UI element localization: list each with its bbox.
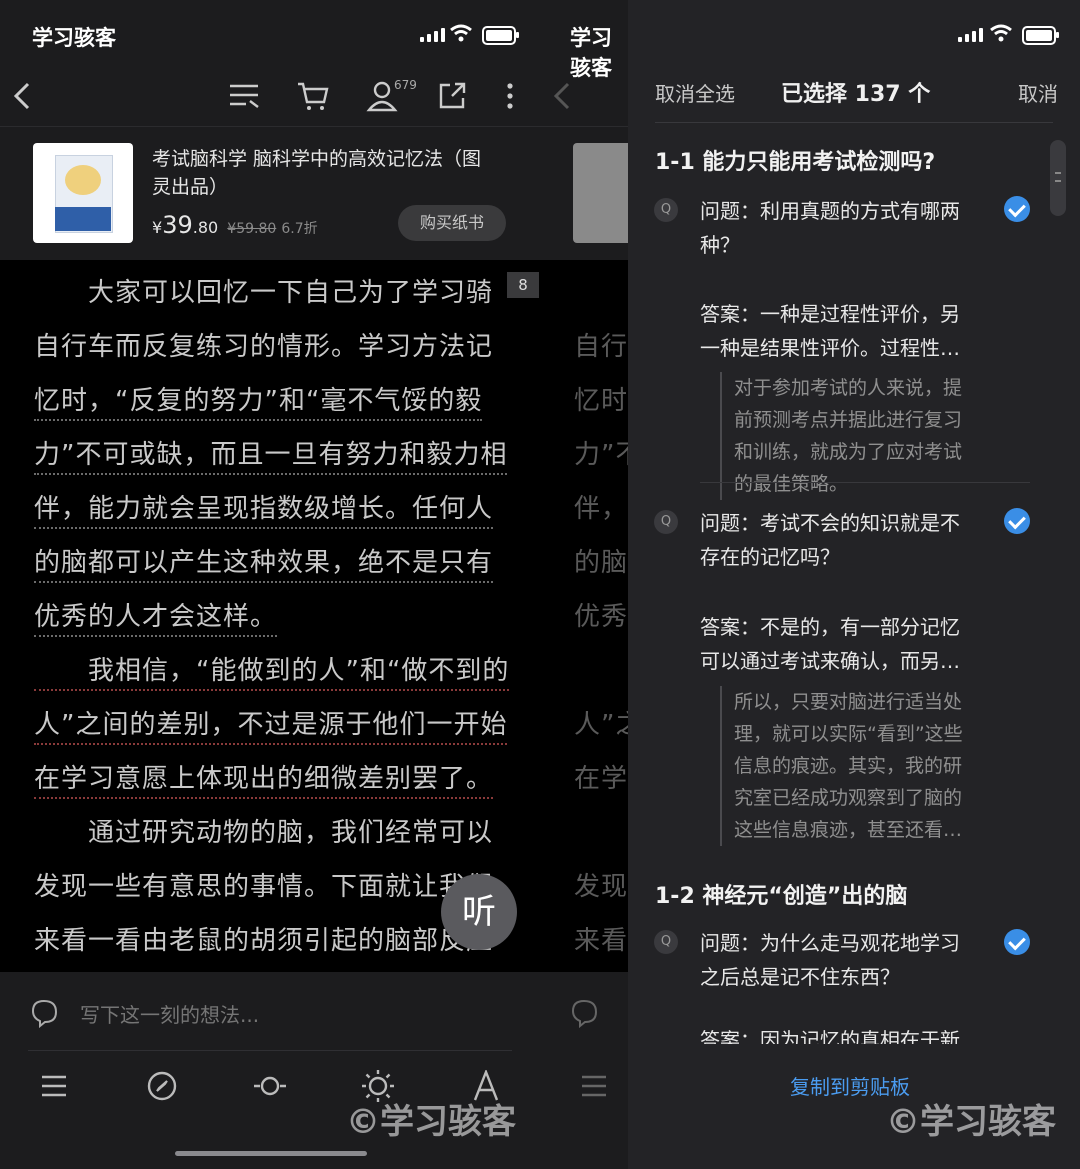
- compass-icon[interactable]: [146, 1070, 178, 1102]
- question-text[interactable]: 问题：为什么走马观花地学习 之后总是记不住东西？: [700, 926, 990, 994]
- text-line: 的脑都可以产生这种效果，绝不是只有: [34, 542, 494, 583]
- text-line: 我相信，“能做到的人”和“做不到的: [34, 650, 510, 691]
- text-line: 人”之间的差别，不过是源于他们一开始: [34, 704, 508, 745]
- text-fragment: 发现: [574, 872, 628, 902]
- text-line: 力”不可或缺，而且一旦有努力和毅力相: [34, 434, 508, 475]
- more-icon[interactable]: [504, 82, 516, 110]
- listen-button[interactable]: 听: [441, 874, 517, 950]
- cart-icon[interactable]: [296, 80, 330, 112]
- text-line: 发现一些有意思的事情。下面就让我们: [34, 872, 494, 902]
- signal-icon: [420, 28, 445, 42]
- text-fragment: 自行: [574, 332, 628, 362]
- text-line: 忆时，“反复的努力”和“毫不气馁的毅: [34, 380, 483, 421]
- question-text[interactable]: 问题：考试不会的知识就是不 存在的记忆吗？: [700, 506, 990, 574]
- checkbox-checked-icon[interactable]: [1004, 508, 1030, 534]
- watermark: ©学习骇客: [886, 1102, 1056, 1142]
- divider: [700, 482, 1030, 483]
- signal-icon: [958, 28, 983, 42]
- status-app-name: 学习骇客: [570, 26, 612, 80]
- book-price: ¥39.80 ¥59.80 6.7折: [152, 211, 318, 239]
- divider: [655, 122, 1053, 123]
- question-badge-icon: Q: [654, 510, 678, 534]
- checkbox-checked-icon[interactable]: [1004, 196, 1030, 222]
- dimmed-reader-strip: 学习骇客 自行 忆时 力”不 伴， 的脑 优秀 人”之 在学 发现 来看: [540, 0, 628, 1169]
- text-fragment: 优秀: [574, 602, 628, 632]
- answer-text-clipped: 答案：因为记忆的真相在于新: [700, 1030, 960, 1044]
- original-price: ¥59.80: [227, 221, 277, 237]
- progress-icon[interactable]: [252, 1070, 288, 1102]
- answer-text: 答案：不是的，有一部分记忆 可以通过考试来确认，而另…: [700, 615, 960, 673]
- buy-paper-book-button[interactable]: 购买纸书: [398, 205, 506, 241]
- back-icon: [553, 82, 570, 110]
- reading-area[interactable]: 8 大家可以回忆一下自己为了学习骑 自行车而反复练习的情形。学习方法记 忆时，“…: [0, 260, 540, 972]
- text-line: 来看一看由老鼠的胡须引起的脑部反应: [34, 926, 494, 956]
- text-fragment: 来看: [574, 926, 628, 956]
- book-title: 考试脑科学 脑科学中的高效记忆法（图 灵出品）: [152, 148, 482, 198]
- profile-count: 679: [394, 78, 417, 92]
- question-text[interactable]: 问题：利用真题的方式有哪两 种？: [700, 194, 990, 262]
- status-app-name: 学习骇客: [32, 26, 116, 50]
- scrollbar[interactable]: [1050, 140, 1066, 216]
- back-icon[interactable]: [10, 80, 34, 112]
- answer-text: 答案：一种是过程性评价，另 一种是结果性评价。过程性…: [700, 302, 960, 360]
- comment-icon: [31, 999, 58, 1028]
- book-card[interactable]: 考试脑科学 脑科学中的高效记忆法（图 灵出品） ¥39.80 ¥59.80 6.…: [0, 126, 540, 261]
- text-line: 通过研究动物的脑，我们经常可以: [34, 818, 494, 848]
- question-badge-icon: Q: [654, 930, 678, 954]
- text-fragment: 伴，: [574, 494, 628, 524]
- text-line: 自行车而反复练习的情形。学习方法记: [34, 332, 494, 362]
- book-card-dimmed: [540, 126, 628, 261]
- text-fragment: 的脑: [574, 548, 628, 578]
- book-cover: [33, 143, 133, 243]
- text-fragment: 人”之: [574, 710, 628, 740]
- book-cover: [573, 143, 628, 243]
- page-badge: 8: [507, 272, 539, 298]
- cancel-button[interactable]: 取消: [1018, 78, 1058, 107]
- text-line: 伴，能力就会呈现指数级增长。任何人: [34, 488, 494, 529]
- text-line: 大家可以回忆一下自己为了学习骑: [34, 278, 494, 308]
- section-title: 1-2 神经元“创造”出的脑: [655, 884, 908, 909]
- divider: [28, 1050, 512, 1051]
- question-badge-icon: Q: [654, 198, 678, 222]
- wifi-icon: [990, 24, 1012, 42]
- share-icon[interactable]: [436, 80, 468, 112]
- battery-icon: [1022, 26, 1059, 45]
- watermark: ©学习骇客: [346, 1102, 516, 1142]
- section-title: 1-1 能力只能用考试检测吗?: [655, 150, 936, 175]
- notes-list-icon[interactable]: [226, 80, 262, 110]
- home-indicator: [175, 1151, 367, 1156]
- text-fragment: 在学: [574, 764, 628, 794]
- selected-count: 已选择 137 个: [781, 82, 931, 107]
- checkbox-checked-icon[interactable]: [1004, 929, 1030, 955]
- text-line: 在学习意愿上体现出的细微差别罢了。: [34, 758, 494, 799]
- reader-panel: 学习骇客 679 考试脑科学 脑科学中的高效记忆法（图 灵出品） ¥39.80 …: [0, 0, 540, 1169]
- battery-icon: [482, 26, 519, 45]
- selection-sheet: 取消全选 已选择 137 个 取消 1-1 能力只能用考试检测吗? Q 问题：利…: [628, 0, 1080, 1169]
- comment-icon: [571, 999, 598, 1028]
- note-quote: 对于参加考试的人来说，提 前预测考点并据此进行复习 和训练，就成为了应对考试 的最佳策…: [720, 372, 1004, 500]
- discount: 6.7折: [281, 221, 318, 237]
- wifi-icon: [450, 24, 472, 42]
- text-fragment: 忆时: [574, 386, 628, 416]
- text-line: 优秀的人才会这样。: [34, 596, 278, 637]
- menu-icon[interactable]: [40, 1074, 68, 1098]
- reading-area-dimmed: 自行 忆时 力”不 伴， 的脑 优秀 人”之 在学 发现 来看: [540, 260, 628, 972]
- note-quote: 所以，只要对脑进行适当处 理，就可以实际“看到”这些 信息的痕迹。其实，我的研 究室已…: [720, 686, 1004, 846]
- text-fragment: 力”不: [574, 440, 628, 470]
- menu-icon: [582, 1075, 606, 1097]
- comment-input[interactable]: [78, 998, 482, 1032]
- deselect-all-button[interactable]: 取消全选: [655, 78, 735, 107]
